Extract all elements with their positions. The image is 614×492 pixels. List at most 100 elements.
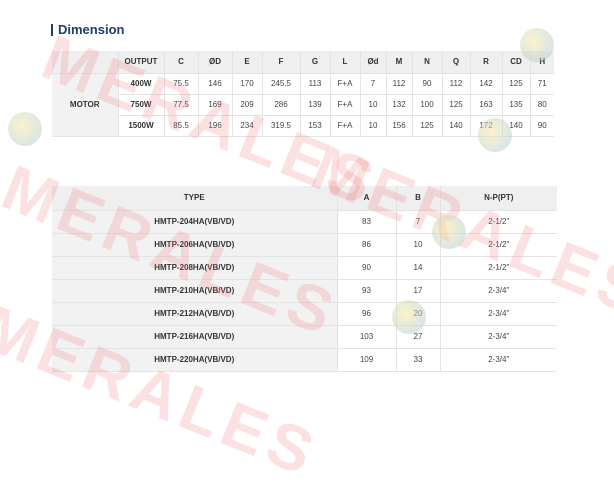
type-cell: HMTP-206HA(VB/VD) [52,233,338,257]
table-cell: 10 [360,115,387,137]
table-cell: 135 [502,94,531,116]
table-cell: 14 [396,256,441,280]
header-cell: A [337,186,397,211]
table-cell: 112 [386,73,413,95]
type-cell: HMTP-220HA(VB/VD) [52,348,338,372]
table-cell: 139 [300,94,331,116]
header-cell: N [412,51,443,74]
header-cell: F [262,51,301,74]
header-cell: G [300,51,331,74]
type-header-row: TYPE A B N-P(PT) [52,186,557,211]
table-cell: 10 [396,233,441,257]
header-cell: C [164,51,199,74]
table-row: HMTP-212HA(VB/VD) 96 20 2-3/4" [52,302,557,326]
watermark-globe-icon [8,112,42,146]
table-cell: 112 [442,73,471,95]
table-cell: 27 [396,325,441,349]
table-row: HMTP-208HA(VB/VD) 90 14 2-1/2" [52,256,557,280]
dimension-header-row: OUTPUT C ØD E F G L Ød M N Q R CD H [52,51,554,74]
header-cell [52,51,119,74]
table-cell: 90 [530,115,554,137]
table-cell: 169 [198,94,233,116]
table-cell: 153 [300,115,331,137]
header-cell: R [470,51,503,74]
table-cell: 146 [198,73,233,95]
table-cell: 2-1/2" [440,233,557,257]
type-cell: HMTP-212HA(VB/VD) [52,302,338,326]
table-cell: 2-1/2" [440,256,557,280]
header-cell: CD [502,51,531,74]
output-cell: 750W [118,94,165,116]
table-cell: 172 [470,115,503,137]
table-row: HMTP-204HA(VB/VD) 83 7 2-1/2" [52,210,557,234]
table-cell: 103 [337,325,397,349]
table-cell: 96 [337,302,397,326]
table-row: 750W 77.5 169 209 286 139 F+A 10 132 100… [52,94,554,116]
table-cell: 71 [530,73,554,95]
header-cell: B [396,186,441,211]
table-cell: 2-3/4" [440,325,557,349]
table-cell: 142 [470,73,503,95]
header-cell: N-P(PT) [440,186,557,211]
table-cell: 286 [262,94,301,116]
table-cell: 156 [386,115,413,137]
table-cell: 20 [396,302,441,326]
table-cell: 140 [442,115,471,137]
type-cell: HMTP-210HA(VB/VD) [52,279,338,303]
type-table: TYPE A B N-P(PT) HMTP-204HA(VB/VD) 83 7 … [52,186,557,372]
table-cell: 132 [386,94,413,116]
table-cell: 2-1/2" [440,210,557,234]
table-cell: 33 [396,348,441,372]
table-cell: 234 [232,115,263,137]
header-cell: L [330,51,361,74]
table-cell: 2-3/4" [440,302,557,326]
table-cell: 90 [412,73,443,95]
table-cell: 170 [232,73,263,95]
dimension-table: OUTPUT C ØD E F G L Ød M N Q R CD H MOTO… [52,51,554,137]
title-bar-accent [51,23,53,36]
header-cell: TYPE [52,186,338,211]
header-cell: Ød [360,51,387,74]
table-cell: 7 [396,210,441,234]
table-cell: 83 [337,210,397,234]
table-cell: 2-3/4" [440,279,557,303]
table-cell: 125 [442,94,471,116]
table-cell: 77.5 [164,94,199,116]
table-cell: 10 [360,94,387,116]
table-row: HMTP-220HA(VB/VD) 109 33 2-3/4" [52,348,557,372]
header-cell: E [232,51,263,74]
header-cell: OUTPUT [118,51,165,74]
table-cell: 125 [412,115,443,137]
output-cell: 1500W [118,115,165,137]
header-cell: H [530,51,554,74]
table-row: HMTP-216HA(VB/VD) 103 27 2-3/4" [52,325,557,349]
table-row: HMTP-206HA(VB/VD) 86 10 2-1/2" [52,233,557,257]
header-cell: Q [442,51,471,74]
table-row: 1500W 85.5 196 234 319.5 153 F+A 10 156 … [52,115,554,137]
table-cell: 93 [337,279,397,303]
table-cell: 17 [396,279,441,303]
table-cell: 100 [412,94,443,116]
section-title-text: Dimension [58,22,125,37]
table-cell: 140 [502,115,531,137]
table-cell: 125 [502,73,531,95]
table-cell: 163 [470,94,503,116]
table-row: MOTOR 400W 75.5 146 170 245.5 113 F+A 7 … [52,73,554,137]
table-cell: 86 [337,233,397,257]
table-cell: 85.5 [164,115,199,137]
table-cell: 196 [198,115,233,137]
table-cell: F+A [330,94,361,116]
table-row: HMTP-210HA(VB/VD) 93 17 2-3/4" [52,279,557,303]
table-cell: F+A [330,115,361,137]
table-cell: 209 [232,94,263,116]
header-cell: M [386,51,413,74]
table-cell: F+A [330,73,361,95]
table-cell: 245.5 [262,73,301,95]
section-title: Dimension [51,22,124,37]
motor-group-cell: MOTOR [52,73,119,137]
table-cell: 109 [337,348,397,372]
header-cell: ØD [198,51,233,74]
table-cell: 80 [530,94,554,116]
table-cell: 113 [300,73,331,95]
table-cell: 75.5 [164,73,199,95]
